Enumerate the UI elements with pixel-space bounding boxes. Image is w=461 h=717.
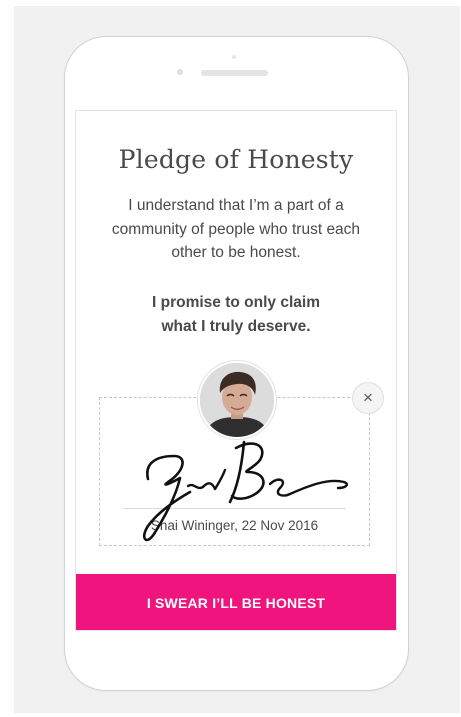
pledge-intro: I understand that I’m a part of a commun…	[88, 194, 384, 265]
swear-button[interactable]: I SWEAR I’LL BE HONEST	[76, 574, 396, 630]
promise-line: I promise to only claim	[152, 294, 320, 311]
handwritten-signature	[142, 440, 349, 542]
camera-icon	[232, 55, 236, 59]
promise-line: what I truly deserve.	[161, 317, 311, 335]
page-title: Pledge of Honesty	[118, 145, 354, 174]
intro-line: other to be honest.	[171, 244, 301, 261]
pledge-screen: Pledge of Honesty I understand that I’m …	[75, 110, 397, 631]
speaker-grille	[201, 70, 268, 76]
close-button[interactable]: ×	[352, 382, 384, 414]
avatar-photo	[200, 363, 274, 437]
pledge-promise: I promise to only claim what I truly des…	[116, 291, 356, 338]
intro-line: I understand that I’m a part of a	[128, 197, 344, 214]
close-icon: ×	[363, 388, 373, 407]
intro-line: community of people who trust each	[111, 220, 361, 238]
user-avatar	[198, 361, 276, 439]
sensor-icon	[177, 69, 183, 75]
